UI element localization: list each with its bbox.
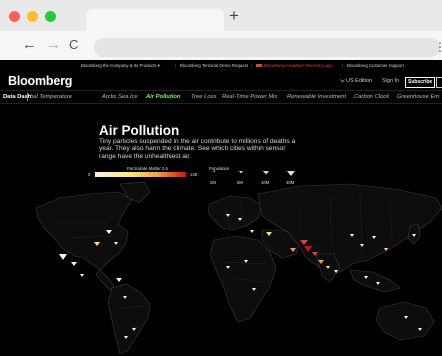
- data-dash-nav: Data Dash bal Temperature Arctic Sea Ice…: [0, 90, 442, 104]
- chevron-down-icon: [340, 79, 345, 83]
- minimize-window-button[interactable]: [27, 11, 38, 22]
- south-america-landmass: [107, 283, 151, 355]
- address-bar[interactable]: [94, 38, 440, 57]
- pm-color-scale: [95, 172, 186, 177]
- strip-divider: |: [175, 63, 177, 68]
- nav-item-arctic-sea-ice[interactable]: Arctic Sea Ice: [102, 91, 138, 103]
- bloomberg-logo[interactable]: Bloomberg: [8, 72, 72, 90]
- close-window-button[interactable]: [9, 11, 20, 22]
- header-button-edge[interactable]: [436, 77, 442, 88]
- australia-landmass: [375, 301, 435, 341]
- nav-divider: [27, 93, 28, 101]
- terminal-demo-link[interactable]: Bloomberg Terminal Demo Request: [180, 60, 248, 72]
- population-size-icons: [213, 171, 295, 176]
- africa-landmass: [209, 235, 277, 323]
- browser-tab[interactable]: [86, 9, 224, 31]
- browser-menu-icon[interactable]: ⋮: [434, 40, 442, 54]
- europe-landmass: [207, 195, 263, 231]
- nav-item-tree-loss[interactable]: Tree Loss: [191, 91, 216, 103]
- corporate-strip: Bloomberg the Company & Its Products ▾ |…: [0, 60, 442, 72]
- pm-legend-label: Particulate Matter 2.5: [127, 166, 168, 171]
- subscribe-button[interactable]: Subscribe: [405, 77, 436, 88]
- forward-icon[interactable]: →: [46, 36, 61, 54]
- nav-item-air-pollution[interactable]: Air Pollution: [146, 91, 180, 103]
- site-header: Bloomberg US Edition Sign In Subscribe: [0, 72, 442, 90]
- page-description: Tiny particles suspended in the air cont…: [99, 138, 296, 160]
- world-pollution-map[interactable]: [0, 178, 442, 356]
- new-tab-button[interactable]: +: [229, 6, 239, 26]
- edition-selector[interactable]: US Edition: [346, 72, 372, 90]
- remote-login-icon: [256, 64, 262, 67]
- north-america-landmass: [35, 191, 133, 271]
- central-america-landmass: [95, 269, 115, 291]
- nav-item-greenhouse-emissions[interactable]: Greenhouse Em: [397, 91, 439, 103]
- nav-item-global-temperature[interactable]: bal Temperature: [30, 91, 72, 103]
- back-icon[interactable]: ←: [22, 36, 37, 54]
- southeast-asia-landmass: [349, 269, 401, 293]
- pm-legend-min: 0: [88, 172, 91, 177]
- tab-bar: +: [0, 0, 442, 31]
- reload-icon[interactable]: C: [69, 36, 78, 54]
- strip-divider: |: [342, 63, 344, 68]
- customer-support-link[interactable]: Bloomberg Customer Support: [347, 60, 404, 72]
- nav-item-power-mix[interactable]: Real-Time Power Mix: [222, 91, 277, 103]
- pm-legend-max: 138: [190, 172, 198, 177]
- company-products-link[interactable]: Bloomberg the Company & Its Products ▾: [81, 60, 160, 72]
- remote-login-link[interactable]: Bloomberg Anywhere Remote Login: [264, 60, 333, 72]
- page-title: Air Pollution: [99, 123, 180, 138]
- nav-item-renewable-investment[interactable]: Renewable Investment: [287, 91, 346, 103]
- sign-in-link[interactable]: Sign In: [382, 72, 399, 90]
- browser-chrome: + ← → C ⋮: [0, 0, 442, 60]
- nav-item-carbon-clock[interactable]: Carbon Clock: [354, 91, 389, 103]
- maximize-window-button[interactable]: [45, 11, 56, 22]
- strip-divider: |: [251, 63, 253, 68]
